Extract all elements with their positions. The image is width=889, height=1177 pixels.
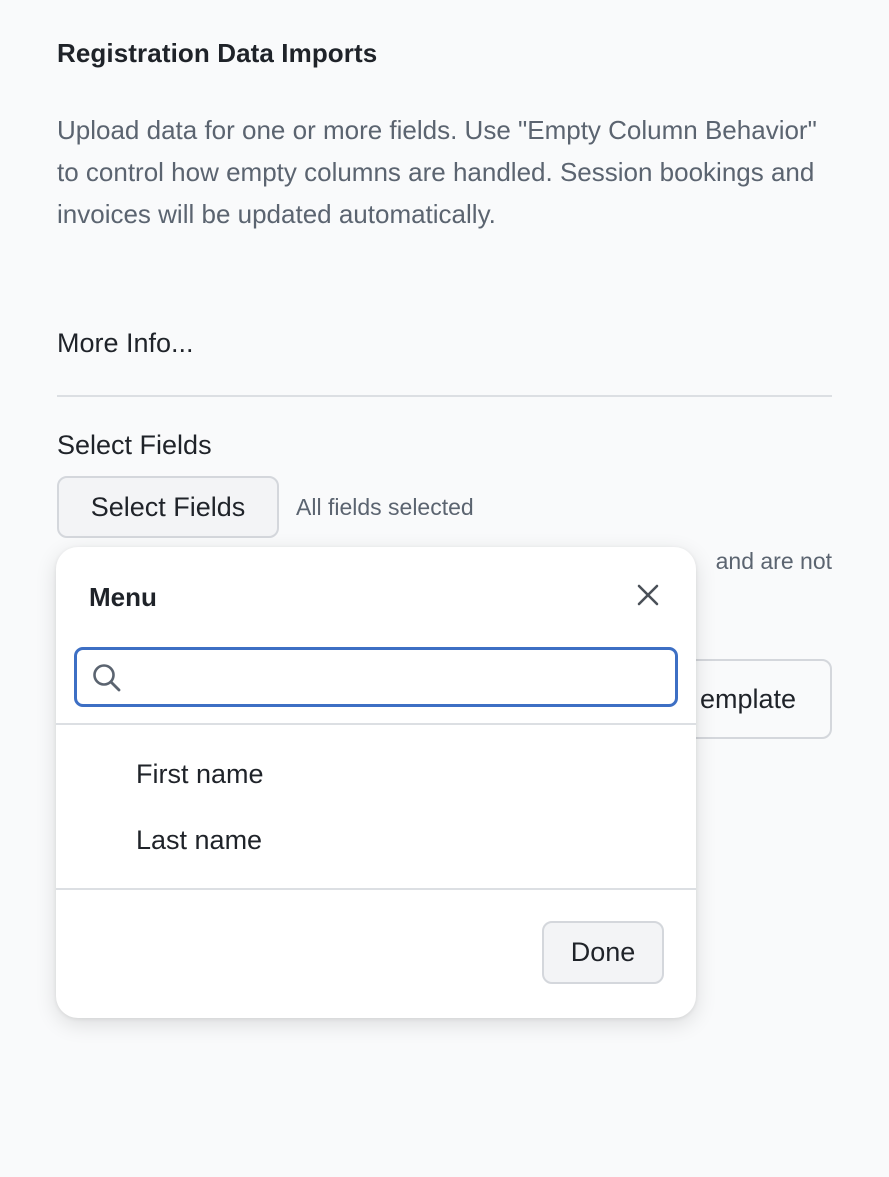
fields-status-text: All fields selected [296, 494, 474, 520]
close-icon[interactable] [634, 581, 662, 609]
menu-separator-bottom [56, 888, 696, 890]
menu-separator-top [56, 723, 696, 725]
select-fields-button[interactable]: Select Fields [57, 476, 279, 538]
menu-title: Menu [89, 582, 157, 612]
page-title: Registration Data Imports [57, 38, 378, 68]
done-button[interactable]: Done [542, 921, 664, 984]
menu-search-box[interactable] [74, 647, 678, 707]
description-text: Upload data for one or more fields. Use … [57, 115, 817, 229]
select-fields-label: Select Fields [57, 430, 212, 460]
page: Registration Data Imports Upload data fo… [0, 0, 889, 1177]
menu-item-last-name[interactable]: Last name [136, 825, 262, 856]
menu-item-first-name[interactable]: First name [136, 759, 264, 790]
search-icon [93, 664, 121, 692]
menu-search-input[interactable] [135, 650, 669, 706]
fields-menu-dialog: Menu First name Last name Done [56, 547, 696, 1018]
divider [57, 395, 832, 397]
more-info-link[interactable]: More Info... [57, 328, 194, 359]
